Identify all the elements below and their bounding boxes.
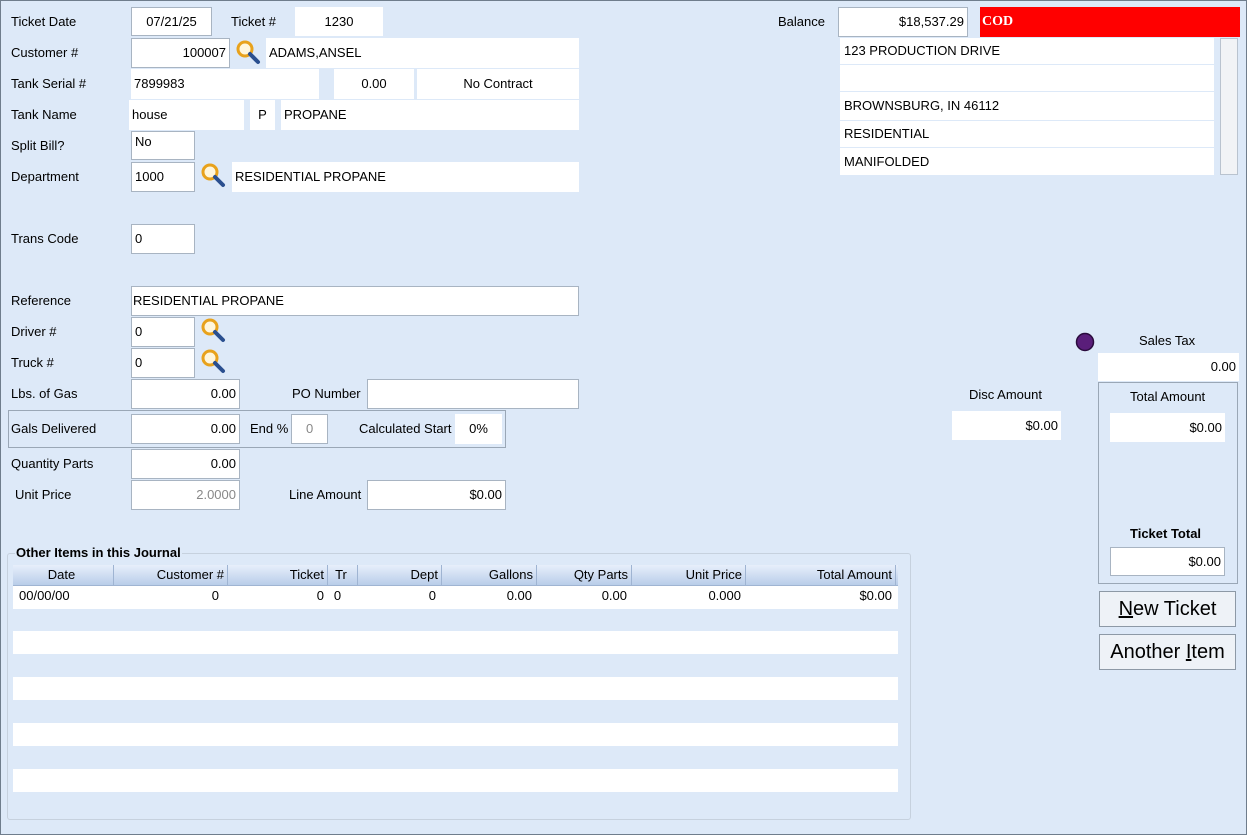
line-amount-field: $0.00 bbox=[367, 480, 506, 510]
customer-number-field[interactable]: 100007 bbox=[131, 38, 230, 68]
column-header-qty-parts[interactable]: Qty Parts bbox=[537, 565, 632, 585]
ticket-number-label: Ticket # bbox=[231, 14, 277, 29]
journal-title: Other Items in this Journal bbox=[15, 545, 182, 561]
column-header-customer[interactable]: Customer # bbox=[114, 565, 228, 585]
calculated-start-label: Calculated Start bbox=[359, 421, 452, 436]
cell-total-amount: $0.00 bbox=[859, 588, 892, 603]
cell-customer: 0 bbox=[211, 588, 219, 603]
address-line: BROWNSBURG, IN 46112 bbox=[840, 92, 1214, 120]
empty-table-row[interactable] bbox=[13, 723, 898, 746]
truck-label: Truck # bbox=[11, 355, 54, 370]
driver-label: Driver # bbox=[11, 324, 57, 339]
calculated-start-field: 0% bbox=[455, 414, 502, 444]
quantity-parts-label: Quantity Parts bbox=[11, 456, 94, 471]
driver-field[interactable]: 0 bbox=[131, 317, 195, 347]
ticket-number-field[interactable]: 1230 bbox=[295, 7, 383, 36]
product-name-field: PROPANE bbox=[281, 100, 579, 130]
column-header-gallons[interactable]: Gallons bbox=[442, 565, 537, 585]
tank-name-field[interactable]: house bbox=[129, 100, 244, 130]
trans-code-label: Trans Code bbox=[11, 231, 79, 246]
total-amount-field: $0.00 bbox=[1110, 413, 1225, 442]
cell-qty-parts: 0.00 bbox=[601, 588, 627, 603]
tank-name-label: Tank Name bbox=[11, 107, 77, 122]
address-line bbox=[840, 65, 1214, 91]
trans-code-field[interactable]: 0 bbox=[131, 224, 195, 254]
split-bill-label: Split Bill? bbox=[11, 138, 65, 153]
quantity-parts-field[interactable]: 0.00 bbox=[131, 449, 240, 479]
disc-amount-field: $0.00 bbox=[952, 411, 1061, 440]
column-header-tr[interactable]: Tr bbox=[328, 565, 358, 585]
empty-table-row[interactable] bbox=[13, 677, 898, 700]
balance-label: Balance bbox=[778, 14, 825, 29]
po-number-label: PO Number bbox=[292, 386, 361, 401]
address-line: 123 PRODUCTION DRIVE bbox=[840, 38, 1214, 64]
cell-dept: 0 bbox=[428, 588, 436, 603]
truck-search-icon[interactable] bbox=[200, 348, 226, 374]
empty-table-row[interactable] bbox=[13, 769, 898, 792]
new-ticket-button[interactable]: New Ticket bbox=[1099, 591, 1236, 627]
product-code-field: P bbox=[250, 100, 275, 130]
sales-tax-label: Sales Tax bbox=[1139, 333, 1196, 348]
ticket-total-label: Ticket Total bbox=[1130, 526, 1202, 541]
empty-table-row[interactable] bbox=[13, 631, 898, 654]
address-scrollbar[interactable] bbox=[1220, 38, 1238, 175]
po-number-field[interactable] bbox=[367, 379, 579, 409]
cell-unit-price: 0.000 bbox=[708, 588, 741, 603]
address-line: MANIFOLDED bbox=[840, 148, 1214, 175]
unit-price-label: Unit Price bbox=[15, 487, 72, 502]
column-header-unit-price[interactable]: Unit Price bbox=[632, 565, 746, 585]
end-percent-label: End % bbox=[250, 421, 289, 436]
ticket-date-field[interactable]: 07/21/25 bbox=[131, 7, 212, 36]
line-amount-label: Line Amount bbox=[289, 487, 362, 502]
department-search-icon[interactable] bbox=[200, 162, 226, 188]
department-name-field: RESIDENTIAL PROPANE bbox=[232, 162, 579, 192]
department-number-field[interactable]: 1000 bbox=[131, 162, 195, 192]
split-bill-field[interactable]: No bbox=[131, 131, 195, 160]
sales-tax-field: 0.00 bbox=[1098, 353, 1239, 381]
cell-tr: 0 bbox=[333, 588, 342, 603]
ticket-date-label: Ticket Date bbox=[11, 14, 77, 29]
unit-price-field[interactable]: 2.0000 bbox=[131, 480, 240, 510]
cell-gallons: 0.00 bbox=[506, 588, 532, 603]
driver-search-icon[interactable] bbox=[200, 317, 226, 343]
lbs-gas-field[interactable]: 0.00 bbox=[131, 379, 240, 409]
customer-label: Customer # bbox=[11, 45, 79, 60]
gals-delivered-label: Gals Delivered bbox=[11, 421, 97, 436]
reference-label: Reference bbox=[11, 293, 71, 308]
reference-field[interactable]: RESIDENTIAL PROPANE bbox=[131, 286, 579, 316]
journal-header: Date Customer # Ticket Tr Dept Gallons Q… bbox=[13, 565, 898, 586]
truck-field[interactable]: 0 bbox=[131, 348, 195, 378]
tank-serial-field[interactable]: 7899983 bbox=[131, 69, 319, 99]
address-list: 123 PRODUCTION DRIVE BROWNSBURG, IN 4611… bbox=[840, 38, 1214, 175]
lbs-gas-label: Lbs. of Gas bbox=[11, 386, 78, 401]
contract-status-field: No Contract bbox=[417, 69, 579, 99]
address-line: RESIDENTIAL bbox=[840, 121, 1214, 147]
total-amount-label: Total Amount bbox=[1130, 389, 1206, 404]
gals-delivered-field[interactable]: 0.00 bbox=[131, 414, 240, 444]
terms-badge: COD bbox=[980, 7, 1240, 37]
customer-name-field: ADAMS,ANSEL bbox=[266, 38, 579, 68]
end-percent-field[interactable]: 0 bbox=[291, 414, 328, 444]
customer-search-icon[interactable] bbox=[235, 39, 261, 65]
ticket-total-field: $0.00 bbox=[1110, 547, 1225, 576]
table-row[interactable]: 00/00/00 0 0 0 0 0.00 0.00 0.000 $0.00 bbox=[13, 586, 898, 609]
tank-serial-label: Tank Serial # bbox=[11, 76, 87, 91]
column-header-ticket[interactable]: Ticket bbox=[228, 565, 328, 585]
tank-amount-field: 0.00 bbox=[334, 69, 414, 99]
balance-field: $18,537.29 bbox=[838, 7, 968, 37]
column-header-date[interactable]: Date bbox=[13, 565, 114, 585]
department-label: Department bbox=[11, 169, 79, 184]
another-item-button[interactable]: Another Item bbox=[1099, 634, 1236, 670]
cell-date: 00/00/00 bbox=[19, 588, 70, 603]
disc-amount-label: Disc Amount bbox=[969, 387, 1042, 402]
cell-ticket: 0 bbox=[316, 588, 324, 603]
column-header-total-amount[interactable]: Total Amount bbox=[746, 565, 896, 585]
column-header-dept[interactable]: Dept bbox=[358, 565, 442, 585]
tax-status-icon[interactable] bbox=[1075, 332, 1095, 352]
